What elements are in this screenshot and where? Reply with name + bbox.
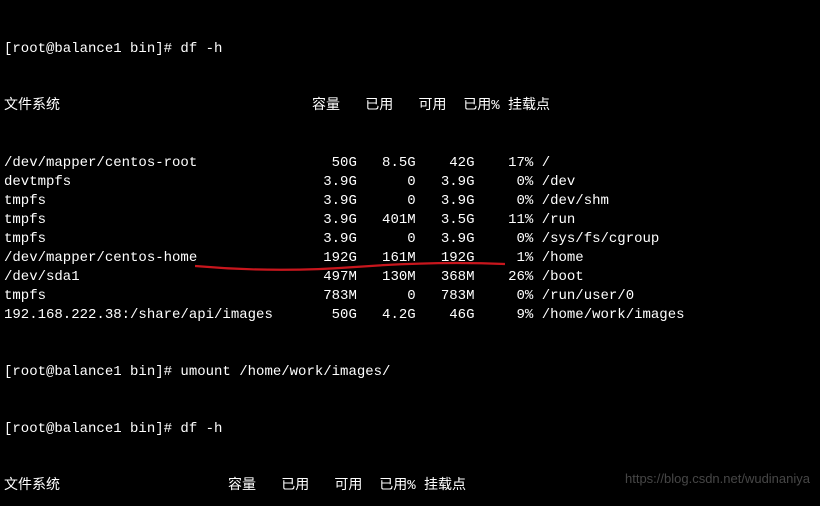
df-header-1: 文件系统 容量 已用 可用 已用% 挂载点 [4, 97, 816, 116]
df-row: /dev/sda1 497M 130M 368M 26% /boot [4, 268, 816, 287]
df-row: tmpfs 783M 0 783M 0% /run/user/0 [4, 287, 816, 306]
df-row: 192.168.222.38:/share/api/images 50G 4.2… [4, 306, 816, 325]
prompt-line-2: [root@balance1 bin]# umount /home/work/i… [4, 363, 816, 382]
prompt-line-1: [root@balance1 bin]# df -h [4, 40, 816, 59]
prompt-line-3: [root@balance1 bin]# df -h [4, 420, 816, 439]
df-row: tmpfs 3.9G 401M 3.5G 11% /run [4, 211, 816, 230]
watermark-text: https://blog.csdn.net/wudinaniya [625, 469, 810, 488]
df-row: /dev/mapper/centos-root 50G 8.5G 42G 17%… [4, 154, 816, 173]
df-row: tmpfs 3.9G 0 3.9G 0% /dev/shm [4, 192, 816, 211]
df-row: /dev/mapper/centos-home 192G 161M 192G 1… [4, 249, 816, 268]
df-row: devtmpfs 3.9G 0 3.9G 0% /dev [4, 173, 816, 192]
terminal-output[interactable]: [root@balance1 bin]# df -h 文件系统 容量 已用 可用… [0, 0, 820, 506]
df-row: tmpfs 3.9G 0 3.9G 0% /sys/fs/cgroup [4, 230, 816, 249]
